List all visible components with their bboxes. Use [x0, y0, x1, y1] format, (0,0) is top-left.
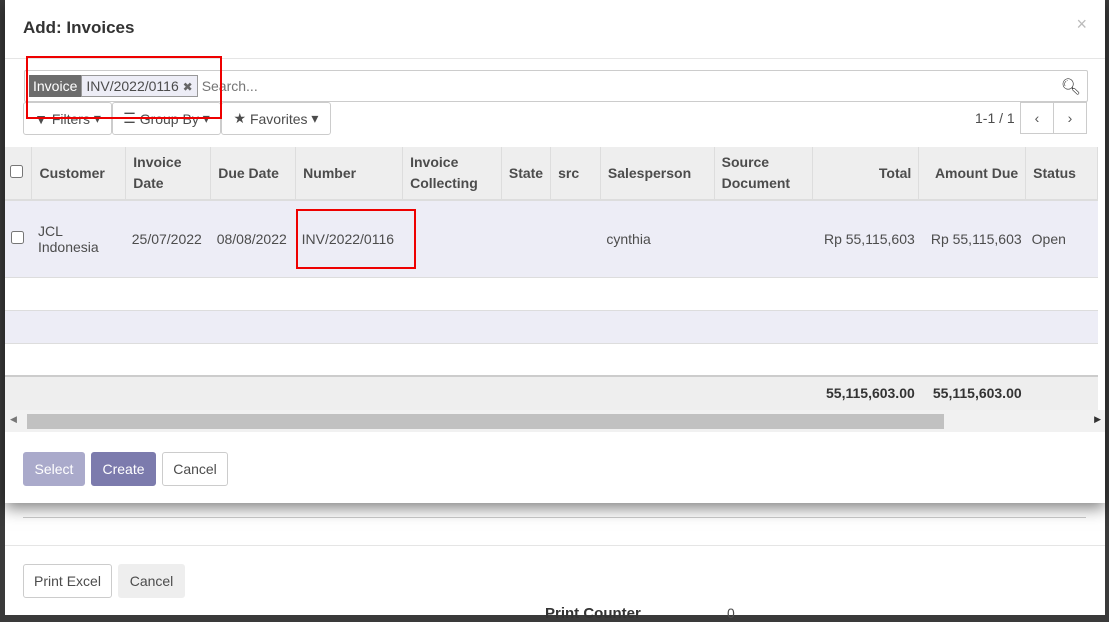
filters-button[interactable]: ▼ Filters ▾ [23, 102, 112, 135]
pager-value[interactable]: 1-1 / 1 [975, 110, 1015, 126]
add-invoices-dialog: Add: Invoices × Invoice INV/2022/0116 ✖ … [5, 0, 1105, 503]
col-invoice-date[interactable]: Invoice Date [125, 147, 212, 201]
search-input[interactable] [197, 77, 1087, 95]
pager-previous-icon[interactable]: ‹ [1020, 102, 1054, 134]
close-icon[interactable]: × [1076, 14, 1087, 35]
col-total[interactable]: Total [812, 147, 920, 201]
empty-row [5, 277, 1098, 311]
search-facet-value: INV/2022/0116 ✖ [81, 75, 198, 97]
col-number[interactable]: Number [295, 147, 404, 201]
background-cancel-button[interactable]: Cancel [118, 564, 185, 598]
cancel-button[interactable]: Cancel [162, 452, 228, 486]
empty-row [5, 310, 1098, 344]
select-all-checkbox[interactable] [5, 147, 33, 201]
total-sum: 55,115,603.00 [812, 375, 919, 411]
scrollbar-thumb[interactable] [27, 414, 944, 429]
scroll-left-icon[interactable]: ◀ [10, 414, 17, 425]
col-source-document[interactable]: Source Document [714, 147, 814, 201]
print-counter-value: 0 [727, 605, 735, 621]
cell-due-date: 08/08/2022 [210, 200, 296, 278]
cell-state [501, 200, 551, 278]
pager-next-icon[interactable]: › [1053, 102, 1087, 134]
col-customer[interactable]: Customer [31, 147, 127, 201]
invoice-table: Customer Invoice Date Due Date Number In… [5, 147, 1098, 411]
cell-invoice-collecting [402, 200, 502, 278]
bars-icon: ☰ [123, 110, 140, 126]
totals-row: 55,115,603.00 55,115,603.00 [5, 375, 1098, 411]
col-invoice-collecting[interactable]: Invoice Collecting [402, 147, 502, 201]
horizontal-scrollbar[interactable]: ◀ ▶ [5, 410, 1105, 432]
cell-invoice-date: 25/07/2022 [125, 200, 211, 278]
star-icon: ★ [233, 110, 250, 126]
remove-facet-icon[interactable]: ✖ [183, 80, 193, 94]
table-row[interactable]: JCL Indonesia 25/07/2022 08/08/2022 INV/… [5, 200, 1098, 278]
col-state[interactable]: State [501, 147, 552, 201]
search-facet-label: Invoice [29, 75, 82, 97]
cell-source-document [714, 200, 813, 278]
favorites-button[interactable]: ★ Favorites ▾ [221, 102, 331, 135]
select-button[interactable]: Select [23, 452, 85, 486]
search-bar: Invoice INV/2022/0116 ✖ 🔍︎ [24, 70, 1088, 102]
facet-value-text: INV/2022/0116 [86, 78, 179, 94]
cell-salesperson: cynthia [600, 200, 715, 278]
cell-customer: JCL Indonesia [31, 200, 126, 278]
dialog-title: Add: Invoices [23, 18, 135, 37]
print-excel-button[interactable]: Print Excel [23, 564, 112, 598]
divider [5, 545, 1105, 546]
cell-amount-due: Rp 55,115,603 [918, 200, 1026, 278]
filters-label: Filters [51, 110, 90, 127]
row-checkbox[interactable] [5, 200, 32, 278]
col-salesperson[interactable]: Salesperson [600, 147, 715, 201]
col-amount-due[interactable]: Amount Due [918, 147, 1027, 201]
table-header: Customer Invoice Date Due Date Number In… [5, 147, 1098, 201]
favorites-label: Favorites [249, 110, 308, 127]
divider [5, 58, 1105, 59]
empty-row [5, 343, 1098, 377]
divider [23, 517, 1086, 518]
scroll-right-icon[interactable]: ▶ [1094, 414, 1101, 425]
group-by-button[interactable]: ☰ Group By ▾ [112, 102, 221, 135]
col-due-date[interactable]: Due Date [210, 147, 297, 201]
filter-icon: ▼ [34, 110, 52, 127]
create-button[interactable]: Create [91, 452, 156, 486]
group-by-label: Group By [139, 110, 199, 127]
cell-number: INV/2022/0116 [295, 200, 403, 278]
search-icon[interactable]: 🔍︎ [1061, 77, 1081, 97]
cell-total: Rp 55,115,603 [812, 200, 919, 278]
print-counter-label: Print Counter [545, 605, 641, 622]
col-status[interactable]: Status [1025, 147, 1098, 201]
cell-src [550, 200, 601, 278]
amount-due-sum: 55,115,603.00 [918, 375, 1026, 411]
col-src[interactable]: src [550, 147, 601, 201]
cell-status: Open [1025, 200, 1098, 278]
